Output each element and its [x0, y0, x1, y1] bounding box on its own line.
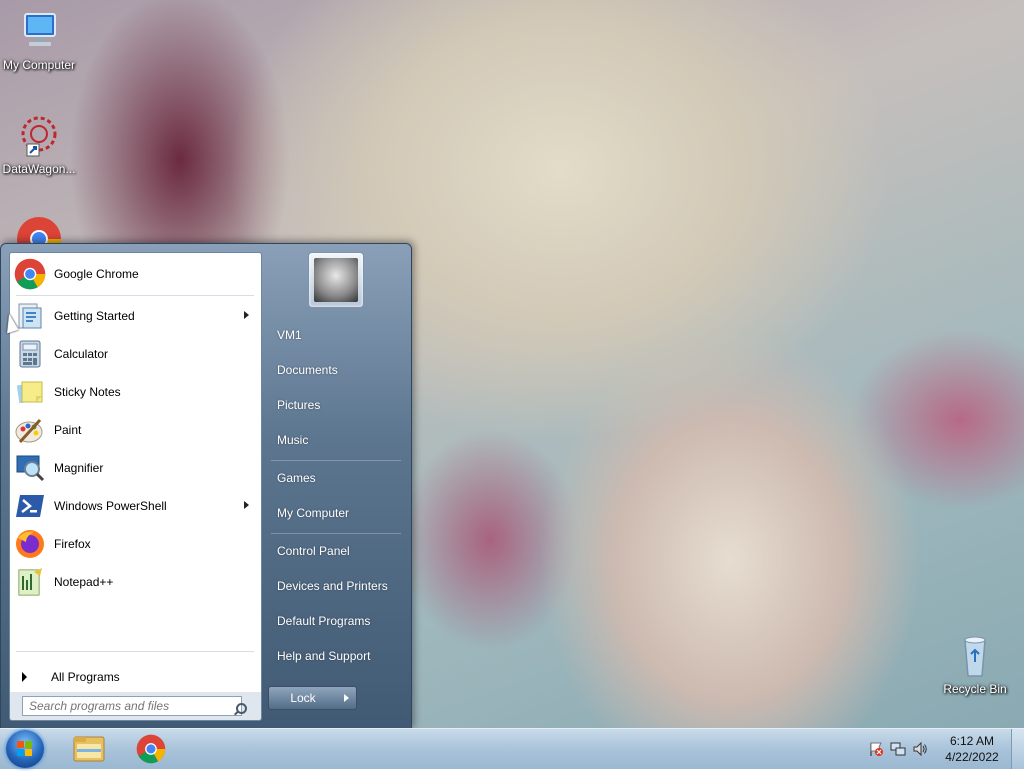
program-label: Google Chrome: [54, 267, 139, 281]
start-menu-programs-pane: Google Chrome Getting Started Calculator…: [9, 252, 262, 664]
right-item-games[interactable]: Games: [267, 463, 403, 493]
file-explorer-icon: [73, 736, 105, 762]
network-icon[interactable]: [890, 741, 906, 757]
program-item-magnifier[interactable]: Magnifier: [12, 450, 259, 486]
show-desktop-button[interactable]: [1011, 729, 1024, 769]
program-item-paint[interactable]: Paint: [12, 412, 259, 448]
lock-button[interactable]: Lock: [268, 686, 338, 710]
chrome-icon: [136, 734, 166, 764]
taskbar: 6:12 AM 4/22/2022: [0, 728, 1024, 769]
right-item-default-programs[interactable]: Default Programs: [267, 606, 403, 636]
calculator-icon: [14, 338, 46, 370]
sticky-notes-icon: [14, 376, 46, 408]
program-label: Windows PowerShell: [54, 499, 167, 513]
right-item-help-and-support[interactable]: Help and Support: [267, 641, 403, 671]
program-label: Paint: [54, 423, 82, 437]
user-avatar[interactable]: [308, 252, 364, 308]
program-label: Magnifier: [54, 461, 104, 475]
desktop-icon-recycle-bin[interactable]: Recycle Bin: [935, 632, 1015, 696]
program-item-calculator[interactable]: Calculator: [12, 336, 259, 372]
taskbar-clock[interactable]: 6:12 AM 4/22/2022: [942, 733, 1002, 765]
clock-time: 6:12 AM: [949, 734, 995, 748]
recycle-bin-icon: [951, 632, 999, 680]
power-options-arrow-button[interactable]: [336, 686, 357, 710]
divider: [16, 295, 254, 296]
program-label: Getting Started: [54, 309, 135, 323]
start-menu: Google Chrome Getting Started Calculator…: [0, 243, 412, 730]
right-item-music[interactable]: Music: [267, 425, 403, 455]
chrome-icon: [17, 217, 61, 244]
program-label: Notepad++: [54, 575, 114, 589]
right-item-my-computer[interactable]: My Computer: [267, 498, 403, 528]
taskbar-file-explorer-button[interactable]: [63, 731, 115, 767]
submenu-arrow-icon[interactable]: [244, 311, 249, 319]
right-item-pictures[interactable]: Pictures: [267, 390, 403, 420]
submenu-arrow-icon[interactable]: [244, 501, 249, 509]
desktop-icon-chrome-partial[interactable]: [16, 216, 62, 244]
datawagon-icon: [15, 112, 63, 160]
clock-date: 4/22/2022: [945, 750, 999, 764]
desktop-icon-label: My Computer: [2, 58, 76, 72]
system-tray: 6:12 AM 4/22/2022: [854, 729, 1024, 769]
start-button[interactable]: [6, 730, 44, 768]
program-label: Sticky Notes: [54, 385, 121, 399]
magnifier-icon: [14, 452, 46, 484]
program-item-windows-powershell[interactable]: Windows PowerShell: [12, 488, 259, 524]
action-center-flag-icon[interactable]: [868, 741, 884, 757]
divider: [16, 651, 254, 652]
right-item-vm1[interactable]: VM1: [267, 320, 403, 350]
desktop-icon-datawagon[interactable]: DataWagon...: [0, 112, 79, 176]
desktop-icon-label: DataWagon...: [2, 162, 76, 176]
divider: [271, 460, 401, 461]
volume-icon[interactable]: [912, 741, 928, 757]
right-item-devices-and-printers[interactable]: Devices and Printers: [267, 571, 403, 601]
desktop-icon-label: Recycle Bin: [943, 682, 1007, 696]
program-item-firefox[interactable]: Firefox: [12, 526, 259, 562]
right-item-control-panel[interactable]: Control Panel: [267, 536, 403, 566]
program-item-google-chrome[interactable]: Google Chrome: [12, 256, 259, 292]
chrome-icon: [14, 258, 46, 290]
triangle-right-icon: [22, 672, 27, 682]
firefox-icon: [14, 528, 46, 560]
computer-icon: [15, 8, 63, 56]
search-box-area: [9, 692, 262, 721]
all-programs-label: All Programs: [51, 670, 120, 684]
divider: [271, 533, 401, 534]
getting-started-icon: [14, 300, 46, 332]
notepadpp-icon: [14, 566, 46, 598]
program-item-notepadpp[interactable]: Notepad++: [12, 564, 259, 600]
right-item-documents[interactable]: Documents: [267, 355, 403, 385]
user-picture: [314, 258, 358, 302]
windows-logo-icon: [17, 741, 32, 756]
program-item-sticky-notes[interactable]: Sticky Notes: [12, 374, 259, 410]
search-icon[interactable]: [236, 703, 247, 714]
powershell-icon: [14, 490, 46, 522]
search-input[interactable]: [22, 696, 242, 716]
program-item-getting-started[interactable]: Getting Started: [12, 298, 259, 334]
desktop-icon-my-computer[interactable]: My Computer: [0, 8, 79, 72]
all-programs-button[interactable]: All Programs: [9, 662, 262, 692]
program-label: Calculator: [54, 347, 109, 361]
program-label: Firefox: [54, 537, 91, 551]
paint-icon: [14, 414, 46, 446]
taskbar-chrome-button[interactable]: [125, 731, 177, 767]
